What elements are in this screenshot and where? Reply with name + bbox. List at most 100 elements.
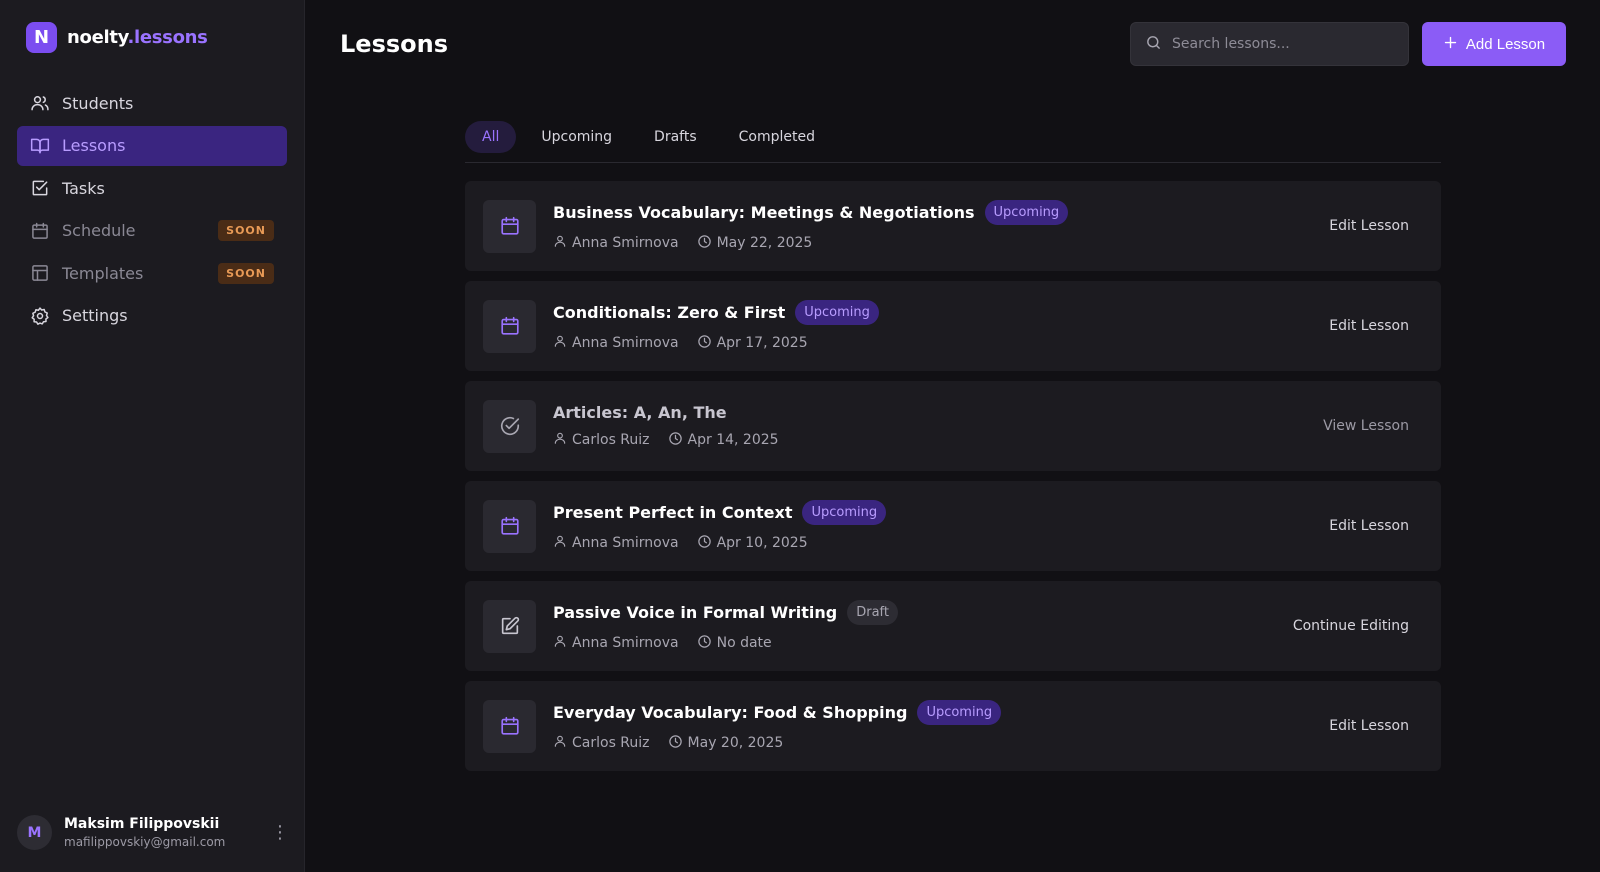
sidebar-item-label: Templates xyxy=(62,263,144,283)
calendar-icon xyxy=(483,499,536,553)
user-email: mafilippovskiy@gmail.com xyxy=(64,835,226,849)
lesson-card[interactable]: Business Vocabulary: Meetings & Negotiat… xyxy=(465,181,1441,271)
user-icon xyxy=(553,634,567,652)
clock-icon xyxy=(668,431,683,450)
filter-tabs: All Upcoming Drafts Completed xyxy=(465,121,1441,163)
sidebar: N noelty.lessons Students Lessons Tasks xyxy=(0,0,305,872)
lesson-title: Everyday Vocabulary: Food & Shopping xyxy=(553,702,908,722)
date-text: Apr 17, 2025 xyxy=(716,335,808,351)
search-box[interactable] xyxy=(1130,22,1409,66)
edit-lesson-link[interactable]: Edit Lesson xyxy=(1329,318,1409,334)
lesson-title-row: Business Vocabulary: Meetings & Negotiat… xyxy=(553,199,1329,225)
lesson-card[interactable]: Conditionals: Zero & First Upcoming Anna… xyxy=(465,281,1441,371)
lesson-card[interactable]: Passive Voice in Formal Writing Draft An… xyxy=(465,581,1441,671)
status-badge: Draft xyxy=(847,599,898,625)
soon-badge: SOON xyxy=(218,220,274,241)
lesson-date: Apr 17, 2025 xyxy=(697,334,808,353)
lesson-card[interactable]: Articles: A, An, The Carlos Ruiz Apr 14,… xyxy=(465,381,1441,471)
lesson-title: Articles: A, An, The xyxy=(553,402,727,422)
checkbox-icon xyxy=(30,178,50,198)
sidebar-item-label: Schedule xyxy=(62,221,136,240)
search-icon xyxy=(1145,34,1162,55)
clock-icon xyxy=(697,234,712,253)
tab-all[interactable]: All xyxy=(465,121,517,153)
date-text: May 22, 2025 xyxy=(716,235,813,251)
edit-lesson-link[interactable]: Edit Lesson xyxy=(1329,518,1409,534)
user-icon xyxy=(553,431,567,449)
brand[interactable]: N noelty.lessons xyxy=(26,22,208,53)
lesson-meta: Carlos Ruiz May 20, 2025 xyxy=(553,734,1329,753)
lesson-body: Everyday Vocabulary: Food & Shopping Upc… xyxy=(553,699,1329,753)
clock-icon xyxy=(697,634,712,653)
calendar-icon xyxy=(483,199,536,253)
date-text: Apr 10, 2025 xyxy=(716,535,808,551)
lesson-body: Conditionals: Zero & First Upcoming Anna… xyxy=(553,299,1329,353)
lesson-student: Anna Smirnova xyxy=(553,234,679,252)
student-name: Anna Smirnova xyxy=(572,635,679,651)
tab-upcoming[interactable]: Upcoming xyxy=(524,121,629,153)
lesson-title: Business Vocabulary: Meetings & Negotiat… xyxy=(553,202,975,222)
layout-icon xyxy=(30,263,50,283)
soon-badge: SOON xyxy=(218,262,274,284)
page-title: Lessons xyxy=(340,30,448,58)
user-icon xyxy=(553,534,567,552)
edit-lesson-link[interactable]: Edit Lesson xyxy=(1329,218,1409,234)
date-text: May 20, 2025 xyxy=(687,735,784,751)
continue-editing-link[interactable]: Continue Editing xyxy=(1293,618,1409,634)
lesson-date: Apr 10, 2025 xyxy=(697,534,808,553)
search-input[interactable] xyxy=(1172,36,1392,52)
sidebar-item-label: Students xyxy=(62,93,134,113)
status-badge: Upcoming xyxy=(802,499,887,525)
lesson-meta: Anna Smirnova Apr 10, 2025 xyxy=(553,534,1329,553)
lesson-card[interactable]: Everyday Vocabulary: Food & Shopping Upc… xyxy=(465,681,1441,771)
sidebar-item-templates[interactable]: Templates SOON xyxy=(17,253,287,293)
date-text: Apr 14, 2025 xyxy=(687,432,779,448)
lesson-student: Anna Smirnova xyxy=(553,634,679,652)
edit-lesson-link[interactable]: Edit Lesson xyxy=(1329,718,1409,734)
sidebar-item-label: Settings xyxy=(62,306,128,325)
clock-icon xyxy=(697,534,712,553)
status-badge: Upcoming xyxy=(917,699,1002,725)
sidebar-item-lessons[interactable]: Lessons xyxy=(17,125,287,166)
date-text: No date xyxy=(716,635,772,651)
clock-icon xyxy=(668,734,683,753)
user-icon xyxy=(553,734,567,752)
lessons-list: Business Vocabulary: Meetings & Negotiat… xyxy=(465,181,1441,781)
lesson-title-row: Conditionals: Zero & First Upcoming xyxy=(553,299,1329,325)
tab-drafts[interactable]: Drafts xyxy=(637,121,714,153)
calendar-icon xyxy=(483,699,536,753)
lesson-title: Passive Voice in Formal Writing xyxy=(553,602,838,622)
add-lesson-button[interactable]: Add Lesson xyxy=(1422,22,1566,66)
lesson-title-row: Present Perfect in Context Upcoming xyxy=(553,499,1329,525)
edit-icon xyxy=(483,599,536,653)
student-name: Anna Smirnova xyxy=(572,535,679,551)
clock-icon xyxy=(697,334,712,353)
sidebar-item-tasks[interactable]: Tasks xyxy=(17,168,287,208)
check-circle-icon xyxy=(483,399,536,453)
view-lesson-link[interactable]: View Lesson xyxy=(1323,418,1409,434)
sidebar-item-label: Tasks xyxy=(62,178,105,198)
lesson-student: Anna Smirnova xyxy=(553,534,679,552)
lesson-title: Conditionals: Zero & First xyxy=(553,302,786,322)
sidebar-item-students[interactable]: Students xyxy=(17,83,287,123)
lesson-student: Anna Smirnova xyxy=(553,334,679,352)
brand-logo: N xyxy=(26,22,57,53)
lesson-card[interactable]: Present Perfect in Context Upcoming Anna… xyxy=(465,481,1441,571)
more-options-icon[interactable]: ⋮ xyxy=(271,822,289,843)
tab-completed[interactable]: Completed xyxy=(722,121,832,153)
gear-icon xyxy=(30,306,50,326)
user-name: Maksim Filippovskii xyxy=(64,816,220,832)
lesson-date: May 20, 2025 xyxy=(668,734,784,753)
student-name: Carlos Ruiz xyxy=(572,432,650,448)
sidebar-item-schedule[interactable]: Schedule SOON xyxy=(17,211,287,251)
sidebar-item-settings[interactable]: Settings xyxy=(17,296,287,336)
lesson-meta: Anna Smirnova No date xyxy=(553,634,1293,653)
lesson-body: Business Vocabulary: Meetings & Negotiat… xyxy=(553,199,1329,253)
user-profile[interactable]: M Maksim Filippovskii mafilippovskiy@gma… xyxy=(17,815,289,850)
add-lesson-label: Add Lesson xyxy=(1465,35,1546,53)
lesson-title-row: Articles: A, An, The xyxy=(553,403,1323,422)
user-icon xyxy=(553,234,567,252)
lesson-meta: Anna Smirnova May 22, 2025 xyxy=(553,234,1329,253)
avatar: M xyxy=(17,815,52,850)
lesson-title-row: Passive Voice in Formal Writing Draft xyxy=(553,599,1293,625)
